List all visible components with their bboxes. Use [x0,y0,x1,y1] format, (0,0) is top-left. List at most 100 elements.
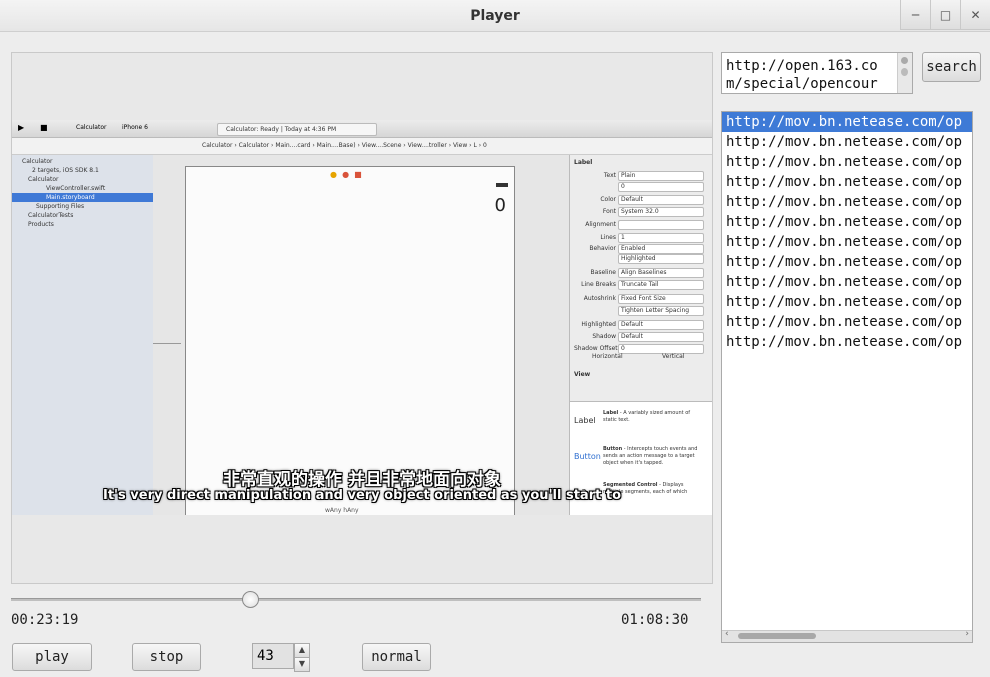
scene-label: 0 [494,195,506,216]
inspector-row-value: 1 [618,233,704,243]
video-area[interactable]: ▶ ■ Calculator iPhone 6 Calculator: Read… [11,52,713,584]
offset-horizontal: Horizontal [592,353,623,360]
total-time: 01:08:30 [621,612,689,628]
volume-input[interactable] [252,643,294,669]
nav-item: Products [28,221,54,228]
scroll-left-icon[interactable]: ‹ [725,629,729,639]
maximize-button[interactable]: □ [930,0,960,30]
window-controls: ─ □ ✕ [900,0,990,30]
scroll-up-icon[interactable] [901,57,908,64]
playlist-item[interactable]: http://mov.bn.netease.com/op [722,212,972,232]
playlist-item[interactable]: http://mov.bn.netease.com/op [722,112,972,132]
playlist-item[interactable]: http://mov.bn.netease.com/op [722,152,972,172]
inspector-row-value: Truncate Tail [618,280,704,290]
playlist-item[interactable]: http://mov.bn.netease.com/op [722,332,972,352]
playlist-items: http://mov.bn.netease.com/op http://mov.b… [722,112,972,352]
library-item: Label - A variably sized amount of stati… [603,410,691,423]
play-button[interactable]: play [12,643,92,671]
speed-button[interactable]: normal [362,643,431,671]
status-field: Calculator: Ready | Today at 4:36 PM [217,123,377,136]
view-section: View [574,371,591,378]
inspector-row-label: Alignment [585,221,616,228]
nav-item: Calculator [22,158,53,165]
battery-icon [496,183,508,187]
playlist-item[interactable]: http://mov.bn.netease.com/op [722,192,972,212]
jump-bar: Calculator › Calculator › Main....card ›… [12,138,712,155]
close-button[interactable]: ✕ [960,0,990,30]
seek-slider[interactable] [11,590,701,608]
scroll-thumb[interactable] [901,68,908,76]
playlist-item[interactable]: http://mov.bn.netease.com/op [722,312,972,332]
inspector-row-label [574,254,616,263]
playlist-item[interactable]: http://mov.bn.netease.com/op [722,292,972,312]
jump-bar-text: Calculator › Calculator › Main....card ›… [202,142,487,149]
inspector-row-label: Lines [600,234,616,241]
inspector-row-value: Plain [618,171,704,181]
seek-handle[interactable] [242,591,259,608]
subtitle-english: It's very direct manipulation and very o… [102,488,622,503]
playlist-item[interactable]: http://mov.bn.netease.com/op [722,272,972,292]
inspector-row-value: Default [618,320,704,330]
maximize-icon: □ [939,7,952,22]
hscroll-thumb[interactable] [738,633,816,639]
scroll-right-icon[interactable]: › [965,629,969,639]
inspector-row-value: Tighten Letter Spacing [618,306,704,316]
inspector-row-value: Fixed Font Size [618,294,704,304]
spin-up-icon[interactable]: ▲ [294,643,310,658]
url-input[interactable]: http://open.163.com/special/opencour [721,52,913,94]
stop-button[interactable]: stop [132,643,201,671]
inspector-row-label: Behavior [589,245,616,252]
nav-item: 2 targets, iOS SDK 8.1 [32,167,99,174]
playlist-item[interactable]: http://mov.bn.netease.com/op [722,252,972,272]
playlist-item[interactable]: http://mov.bn.netease.com/op [722,232,972,252]
inspector-row-value [618,220,704,230]
scene-view: ● ● ■ 0 [185,166,515,515]
spin-down-icon[interactable]: ▼ [294,657,310,672]
playlist-hscrollbar[interactable]: ‹ › [722,629,972,642]
inspector-row-value: Default [618,195,704,205]
nav-item: ViewController.swift [46,185,106,192]
inspector-row-value: Highlighted [618,254,704,264]
inspector-row-label: Color [600,196,616,203]
inspector-row-label: Line Breaks [581,281,616,288]
scene-dots-icon: ● ● ■ [330,170,362,179]
inspector-row-label: Autoshrink [583,295,616,302]
attributes-inspector: Label Text Plain 0 Color Default Font System 3… [569,155,712,515]
library-item-title: Button [603,446,623,452]
inspector-row-value: Align Baselines [618,268,704,278]
library-item: Button - Intercepts touch events and sen… [603,446,698,466]
minimize-icon: ─ [911,7,920,22]
library-item-icon: Button [574,452,601,461]
url-scrollbar[interactable] [897,53,912,93]
storyboard-canvas: ● ● ■ 0 wAny hAny [153,155,569,515]
nav-item: Calculator [28,176,59,183]
xcode-toolbar: ▶ ■ Calculator iPhone 6 Calculator: Read… [12,120,712,138]
library-item-icon: Label [574,416,596,425]
url-text[interactable]: http://open.163.com/special/opencour [726,57,892,93]
inspector-row-value: System 32.0 [618,207,704,217]
size-class-label: wAny hAny [325,507,359,514]
inspector-section: Label [574,159,593,166]
minimize-button[interactable]: ─ [900,0,930,30]
seek-track[interactable] [11,598,701,601]
inspector-row-value: Default [618,332,704,342]
library-item-title: Label [603,410,619,416]
offset-vertical: Vertical [662,353,685,360]
playlist-item[interactable]: http://mov.bn.netease.com/op [722,132,972,152]
volume-spinbox[interactable]: ▲ ▼ [252,643,310,672]
close-icon: ✕ [970,7,981,22]
device-label: iPhone 6 [122,124,148,131]
inspector-row-label: Font [602,208,616,215]
arrow-icon [153,343,181,344]
playlist-item[interactable]: http://mov.bn.netease.com/op [722,172,972,192]
inspector-row-value: 0 [618,182,704,192]
inspector-row-label: Text [603,172,616,179]
video-frame: ▶ ■ Calculator iPhone 6 Calculator: Read… [12,120,712,515]
nav-item: Main.storyboard [12,193,153,202]
nav-item: Supporting Files [36,203,85,210]
subtitle-chinese: 非常直观的操作 并且非常地面向对象 [223,470,501,490]
project-navigator: Calculator 2 targets, iOS SDK 8.1 Calcul… [12,155,154,515]
search-button[interactable]: search [922,52,981,82]
stop-icon: ■ [40,123,48,132]
playlist[interactable]: http://mov.bn.netease.com/op http://mov.b… [721,111,973,643]
